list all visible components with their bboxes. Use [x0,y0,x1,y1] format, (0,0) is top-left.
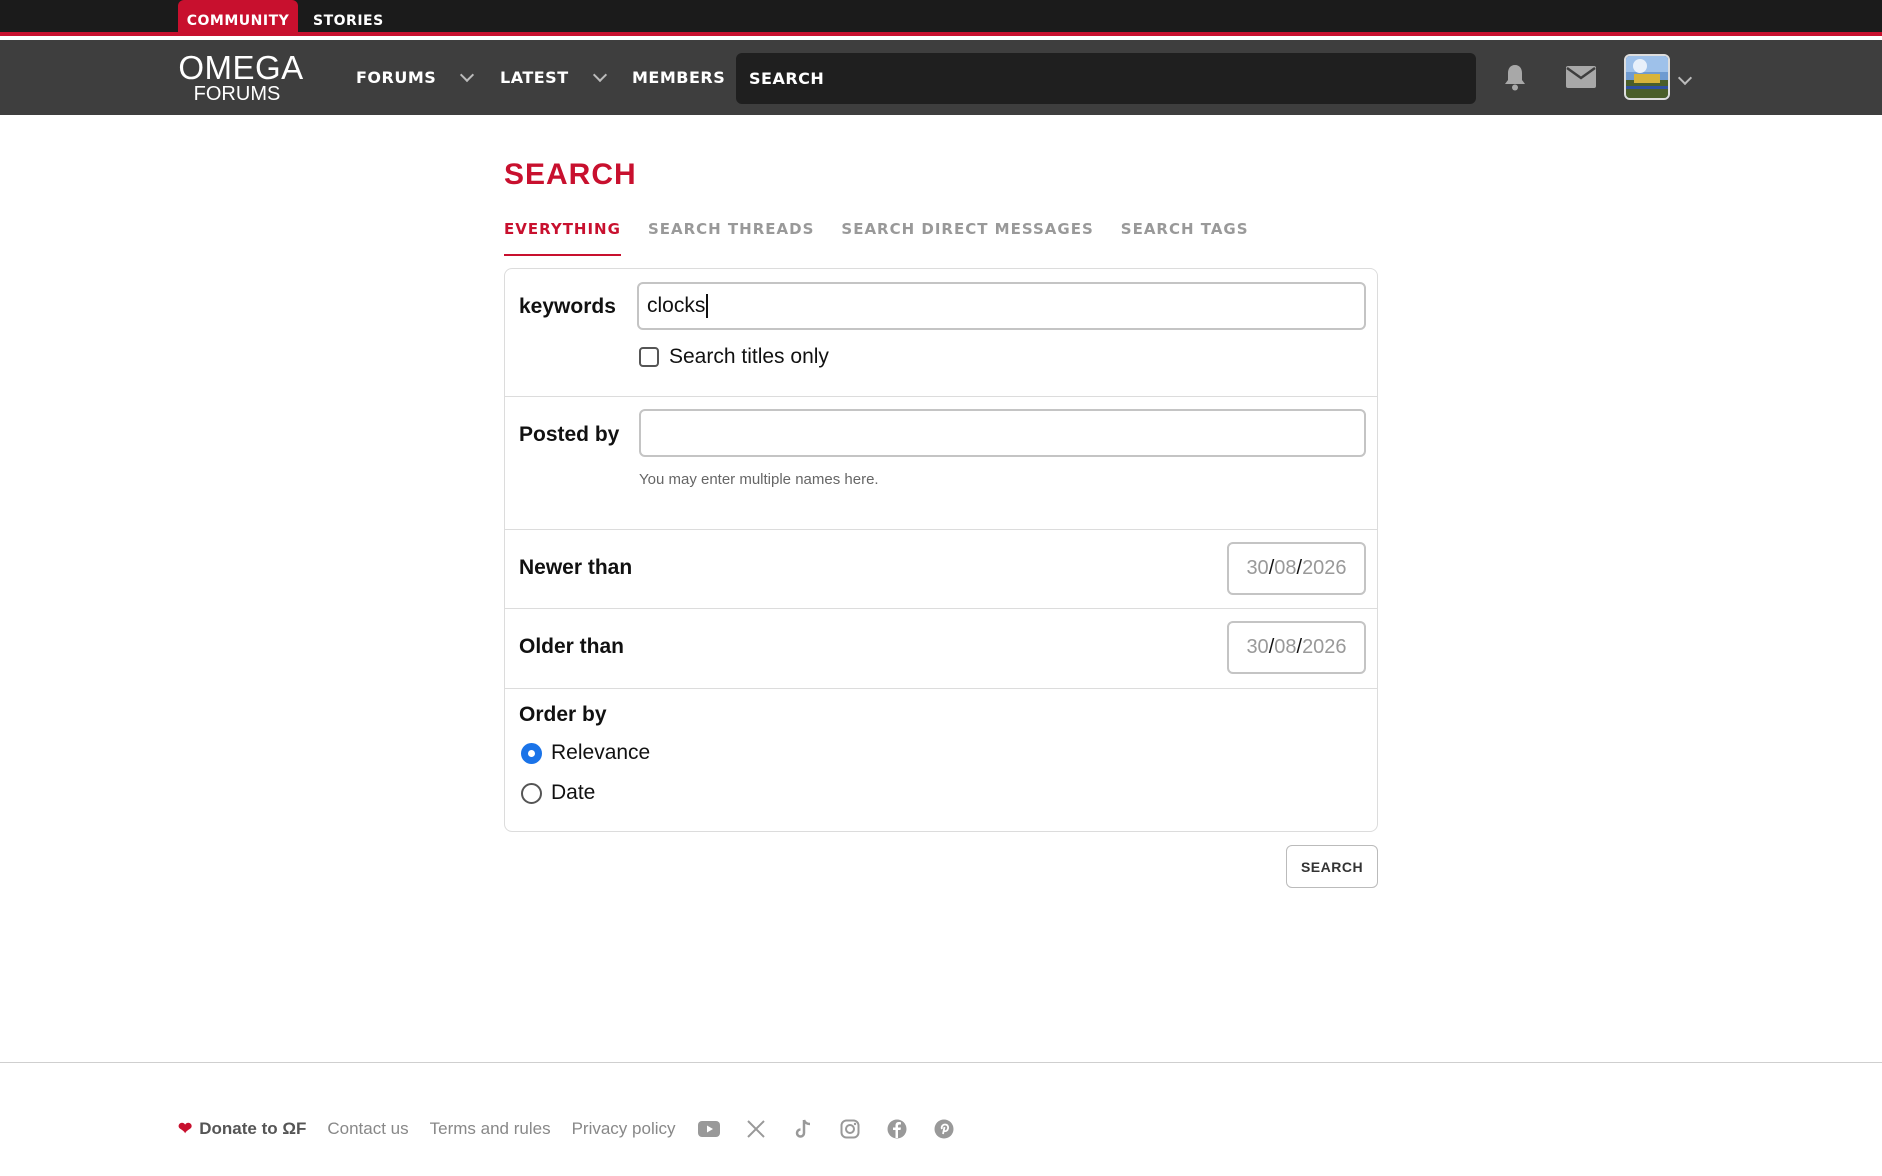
keywords-input[interactable]: clocks [637,282,1366,330]
order-by-label: Order by [519,703,607,726]
tab-everything[interactable]: EVERYTHING [504,218,621,256]
chevron-down-icon[interactable] [460,67,475,82]
search-form: keywords clocks Search titles only Poste… [504,268,1378,832]
keywords-label: keywords [519,295,616,318]
donate-link[interactable]: ❤ Donate to ΩF [178,1119,306,1139]
date-radio[interactable] [521,782,542,804]
older-than-row: Older than 30/08/2026 [505,609,1377,689]
older-than-date-input[interactable]: 30/08/2026 [1227,621,1366,674]
chevron-down-icon[interactable] [1677,70,1693,86]
chevron-down-icon[interactable] [592,67,607,82]
newer-than-month: 08 [1274,557,1297,579]
older-than-day: 30 [1246,636,1269,658]
nav-forums-label: FORUMS [356,68,437,87]
older-than-label: Older than [519,635,625,658]
privacy-link[interactable]: Privacy policy [572,1119,676,1139]
text-caret [706,294,709,318]
tab-stories[interactable]: STORIES [300,0,397,36]
tiktok-icon[interactable] [791,1117,816,1142]
newer-than-label: Newer than [519,556,633,579]
tab-community[interactable]: COMMUNITY [178,0,298,36]
keywords-row: keywords clocks Search titles only [505,269,1377,397]
posted-by-input[interactable] [639,409,1366,457]
contact-us-link[interactable]: Contact us [327,1119,408,1139]
nav-members[interactable]: MEMBERS [632,40,725,115]
account-menu-chevron[interactable] [1677,68,1693,87]
search-tabs: EVERYTHING SEARCH THREADS SEARCH DIRECT … [504,218,1276,256]
nav-latest-label: LATEST [500,68,569,87]
older-than-month: 08 [1274,636,1297,658]
newer-than-date-input[interactable]: 30/08/2026 [1227,542,1366,595]
titles-only-checkbox[interactable] [639,347,659,367]
newer-than-day: 30 [1246,557,1269,579]
bell-icon[interactable] [1498,60,1532,94]
tab-search-threads[interactable]: SEARCH THREADS [648,218,814,256]
tab-search-direct-messages[interactable]: SEARCH DIRECT MESSAGES [841,218,1093,256]
posted-by-hint: You may enter multiple names here. [639,471,879,488]
relevance-label: Relevance [551,741,651,764]
footer: ❤ Donate to ΩF Contact us Terms and rule… [178,1114,979,1144]
main-navbar: OMEGA FORUMS FORUMS LATEST MEMBERS SEARC… [0,40,1882,115]
titles-only-option[interactable]: Search titles only [639,345,829,369]
date-label: Date [551,781,596,804]
order-relevance-option[interactable]: Relevance [521,741,650,765]
nav-forums[interactable]: FORUMS [356,40,475,115]
heart-icon: ❤ [178,1119,193,1138]
search-submit-button[interactable]: SEARCH [1286,845,1378,888]
nav-latest[interactable]: LATEST [500,40,607,115]
nav-members-label: MEMBERS [632,68,726,87]
page-title: SEARCH [504,158,637,191]
footer-divider [0,1062,1882,1063]
header-search-input[interactable]: SEARCH [736,53,1476,104]
logo-line2: FORUMS [193,83,281,105]
tab-search-tags[interactable]: SEARCH TAGS [1121,218,1249,256]
order-by-row: Order by Relevance Date [505,689,1377,833]
logo-line1: OMEGA [178,49,304,86]
older-than-year: 2026 [1302,636,1347,658]
donate-label: Donate to ΩF [199,1119,307,1138]
instagram-icon[interactable] [838,1117,863,1142]
facebook-icon[interactable] [885,1117,910,1142]
avatar[interactable] [1624,54,1670,100]
relevance-radio[interactable] [521,742,542,764]
keywords-value: clocks [647,294,706,317]
terms-link[interactable]: Terms and rules [430,1119,551,1139]
posted-by-label: Posted by [519,423,620,446]
x-icon[interactable] [744,1117,769,1142]
order-date-option[interactable]: Date [521,781,595,805]
mail-icon[interactable] [1564,60,1598,94]
titles-only-label: Search titles only [669,345,829,368]
youtube-icon[interactable] [697,1117,722,1142]
omega-forums-logo[interactable]: OMEGA FORUMS [176,49,306,104]
newer-than-year: 2026 [1302,557,1347,579]
pinterest-icon[interactable] [932,1117,957,1142]
top-tab-strip: COMMUNITY STORIES [0,0,1882,36]
newer-than-row: Newer than 30/08/2026 [505,530,1377,609]
posted-by-row: Posted by You may enter multiple names h… [505,397,1377,530]
